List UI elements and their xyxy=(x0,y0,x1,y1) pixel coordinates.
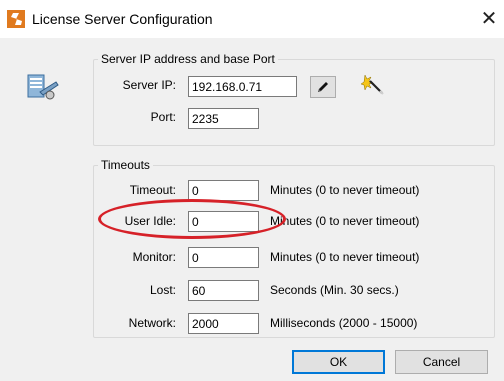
network-label: Network: xyxy=(128,316,176,330)
server-ip-input[interactable] xyxy=(188,76,297,97)
server-group: Server IP address and base Port xyxy=(93,52,495,146)
close-icon: ✕ xyxy=(480,8,498,30)
timeout-unit: Minutes (0 to never timeout) xyxy=(270,183,420,197)
timeout-input[interactable] xyxy=(188,180,259,201)
edit-ip-button[interactable] xyxy=(310,76,336,98)
timeouts-legend: Timeouts xyxy=(101,158,150,172)
window-title: License Server Configuration xyxy=(32,11,213,27)
network-unit: Milliseconds (2000 - 15000) xyxy=(270,316,418,330)
server-config-icon xyxy=(27,74,59,100)
lost-unit: Seconds (Min. 30 secs.) xyxy=(270,283,399,297)
title-bar: License Server Configuration ✕ xyxy=(0,0,504,38)
timeout-label: Timeout: xyxy=(129,183,176,197)
monitor-input[interactable] xyxy=(188,247,259,268)
cancel-button[interactable]: Cancel xyxy=(395,350,488,374)
network-input[interactable] xyxy=(188,313,259,334)
ok-button-label: OK xyxy=(329,355,348,369)
magic-wand-icon xyxy=(361,74,384,95)
close-button[interactable]: ✕ xyxy=(474,0,504,38)
port-input[interactable] xyxy=(188,108,259,129)
port-label: Port: xyxy=(150,110,176,124)
annotation-ellipse xyxy=(98,199,286,239)
lost-input[interactable] xyxy=(188,280,259,301)
ok-button[interactable]: OK xyxy=(292,350,385,374)
server-group-legend: Server IP address and base Port xyxy=(101,52,275,66)
pencil-icon xyxy=(318,82,328,92)
user-idle-unit: Minutes (0 to never timeout) xyxy=(270,214,420,228)
cancel-button-label: Cancel xyxy=(422,355,461,369)
server-ip-label: Server IP: xyxy=(122,78,176,92)
wizard-button[interactable] xyxy=(360,70,386,96)
monitor-unit: Minutes (0 to never timeout) xyxy=(270,250,420,264)
license-app-icon xyxy=(7,10,25,28)
monitor-label: Monitor: xyxy=(132,250,176,264)
lost-label: Lost: xyxy=(149,283,176,297)
